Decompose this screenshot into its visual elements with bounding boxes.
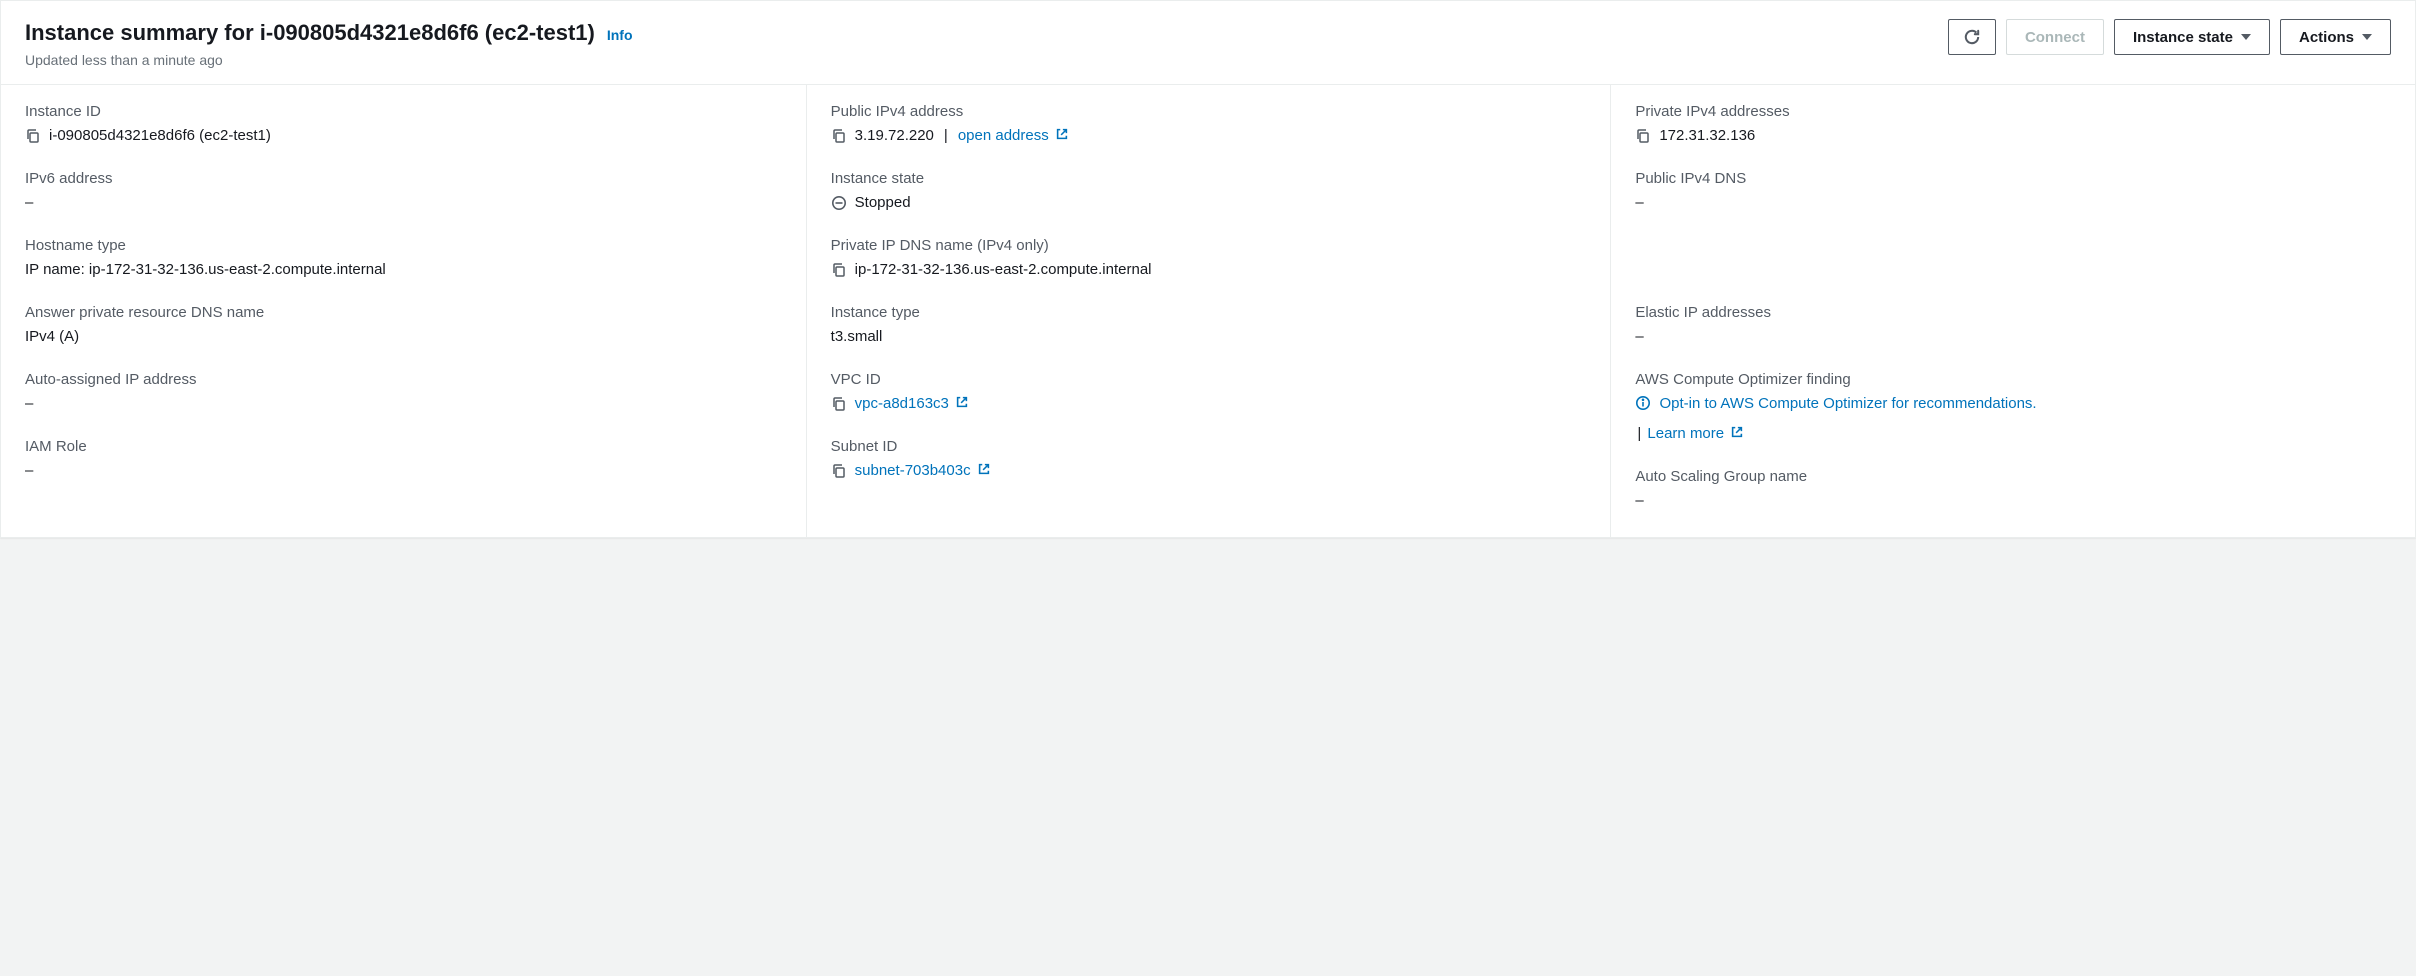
copy-icon[interactable] <box>25 128 41 144</box>
field-iam-role: IAM Role – <box>25 438 782 483</box>
copy-icon[interactable] <box>831 262 847 278</box>
field-value: IPv4 (A) <box>25 325 79 349</box>
field-hostname-type: Hostname type IP name: ip-172-31-32-136.… <box>25 237 782 282</box>
field-instance-type: Instance type t3.small <box>831 304 1587 349</box>
field-instance-id: Instance ID i-090805d4321e8d6f6 (ec2-tes… <box>25 103 782 148</box>
field-value: IP name: ip-172-31-32-136.us-east-2.comp… <box>25 258 386 282</box>
external-link-icon <box>955 395 969 409</box>
field-public-ipv4: Public IPv4 address 3.19.72.220 | open a… <box>831 103 1587 148</box>
subnet-id-link[interactable]: subnet-703b403c <box>855 459 991 483</box>
field-value: subnet-703b403c <box>855 462 971 479</box>
details-col-3: Private IPv4 addresses 172.31.32.136 Pub… <box>1610 85 2415 537</box>
refresh-button[interactable] <box>1948 19 1996 55</box>
copy-icon[interactable] <box>831 463 847 479</box>
learn-more-label: Learn more <box>1647 425 1724 442</box>
separator: | <box>944 124 948 148</box>
field-auto-ip: Auto-assigned IP address – <box>25 371 782 416</box>
chevron-down-icon <box>2362 34 2372 40</box>
vpc-id-link[interactable]: vpc-a8d163c3 <box>855 392 969 416</box>
instance-summary-panel: Instance summary for i-090805d4321e8d6f6… <box>0 0 2416 538</box>
connect-button-label: Connect <box>2025 29 2085 46</box>
field-label: Private IP DNS name (IPv4 only) <box>831 237 1587 254</box>
page-title: Instance summary for i-090805d4321e8d6f6… <box>25 19 595 48</box>
field-ipv6: IPv6 address – <box>25 170 782 215</box>
field-label: Instance type <box>831 304 1587 321</box>
optimizer-learn-more-link[interactable]: Learn more <box>1647 425 1744 442</box>
field-label: IAM Role <box>25 438 782 455</box>
field-label: Instance ID <box>25 103 782 120</box>
header-actions: Connect Instance state Actions <box>1948 19 2391 55</box>
optimizer-optin-link[interactable]: Opt-in to AWS Compute Optimizer for reco… <box>1660 395 2037 412</box>
field-label: Answer private resource DNS name <box>25 304 782 321</box>
field-elastic-ip: Elastic IP addresses – <box>1635 304 2391 349</box>
field-public-dns: Public IPv4 DNS – <box>1635 170 2391 215</box>
field-instance-state: Instance state Stopped <box>831 170 1587 215</box>
field-private-dns: Private IP DNS name (IPv4 only) ip-172-3… <box>831 237 1587 282</box>
field-label: Public IPv4 address <box>831 103 1587 120</box>
refresh-icon <box>1963 28 1981 46</box>
separator: | <box>1637 425 1641 442</box>
connect-button[interactable]: Connect <box>2006 19 2104 55</box>
copy-icon[interactable] <box>831 396 847 412</box>
field-value: – <box>1635 191 1643 215</box>
field-value: vpc-a8d163c3 <box>855 395 949 412</box>
title-block: Instance summary for i-090805d4321e8d6f6… <box>25 19 1948 68</box>
details-grid: Instance ID i-090805d4321e8d6f6 (ec2-tes… <box>1 85 2415 537</box>
instance-state-button[interactable]: Instance state <box>2114 19 2270 55</box>
field-value: – <box>25 392 33 416</box>
field-value: – <box>1635 489 1643 513</box>
external-link-icon <box>1055 127 1069 141</box>
instance-state-button-label: Instance state <box>2133 29 2233 46</box>
field-value: – <box>25 191 33 215</box>
field-label: AWS Compute Optimizer finding <box>1635 371 2391 388</box>
panel-header: Instance summary for i-090805d4321e8d6f6… <box>1 1 2415 85</box>
title-prefix: Instance summary for <box>25 20 260 45</box>
open-address-link[interactable]: open address <box>958 124 1069 148</box>
field-asg: Auto Scaling Group name – <box>1635 468 2391 513</box>
field-label: VPC ID <box>831 371 1587 388</box>
info-icon <box>1635 395 1651 411</box>
field-value: – <box>25 459 33 483</box>
copy-icon[interactable] <box>1635 128 1651 144</box>
panel-body: Instance ID i-090805d4321e8d6f6 (ec2-tes… <box>1 85 2415 537</box>
title-instance-id: i-090805d4321e8d6f6 <box>260 20 479 45</box>
external-link-icon <box>1730 425 1744 439</box>
actions-button-label: Actions <box>2299 29 2354 46</box>
details-col-2: Public IPv4 address 3.19.72.220 | open a… <box>806 85 1611 537</box>
field-label: Hostname type <box>25 237 782 254</box>
copy-icon[interactable] <box>831 128 847 144</box>
details-col-1: Instance ID i-090805d4321e8d6f6 (ec2-tes… <box>1 85 806 537</box>
field-value: Stopped <box>855 191 911 215</box>
info-link[interactable]: Info <box>607 27 633 43</box>
field-value: 172.31.32.136 <box>1659 124 1755 148</box>
field-label: Instance state <box>831 170 1587 187</box>
title-instance-name: ec2-test1 <box>492 20 587 45</box>
field-value: i-090805d4321e8d6f6 (ec2-test1) <box>49 124 271 148</box>
field-vpc-id: VPC ID vpc-a8d163c3 <box>831 371 1587 416</box>
field-label: Public IPv4 DNS <box>1635 170 2391 187</box>
stopped-icon <box>831 195 847 211</box>
field-private-ipv4: Private IPv4 addresses 172.31.32.136 <box>1635 103 2391 148</box>
field-subnet-id: Subnet ID subnet-703b403c <box>831 438 1587 483</box>
field-label: Auto-assigned IP address <box>25 371 782 388</box>
updated-subtitle: Updated less than a minute ago <box>25 52 1948 68</box>
field-optimizer: AWS Compute Optimizer finding Opt-in to … <box>1635 371 2391 446</box>
field-answer-dns: Answer private resource DNS name IPv4 (A… <box>25 304 782 349</box>
field-value: t3.small <box>831 325 883 349</box>
field-label: Elastic IP addresses <box>1635 304 2391 321</box>
field-value: ip-172-31-32-136.us-east-2.compute.inter… <box>855 258 1152 282</box>
field-label: Private IPv4 addresses <box>1635 103 2391 120</box>
external-link-icon <box>977 462 991 476</box>
field-label: Subnet ID <box>831 438 1587 455</box>
actions-button[interactable]: Actions <box>2280 19 2391 55</box>
field-value: – <box>1635 325 1643 349</box>
chevron-down-icon <box>2241 34 2251 40</box>
field-value: 3.19.72.220 <box>855 124 934 148</box>
field-label: Auto Scaling Group name <box>1635 468 2391 485</box>
field-label: IPv6 address <box>25 170 782 187</box>
open-address-label: open address <box>958 127 1049 144</box>
